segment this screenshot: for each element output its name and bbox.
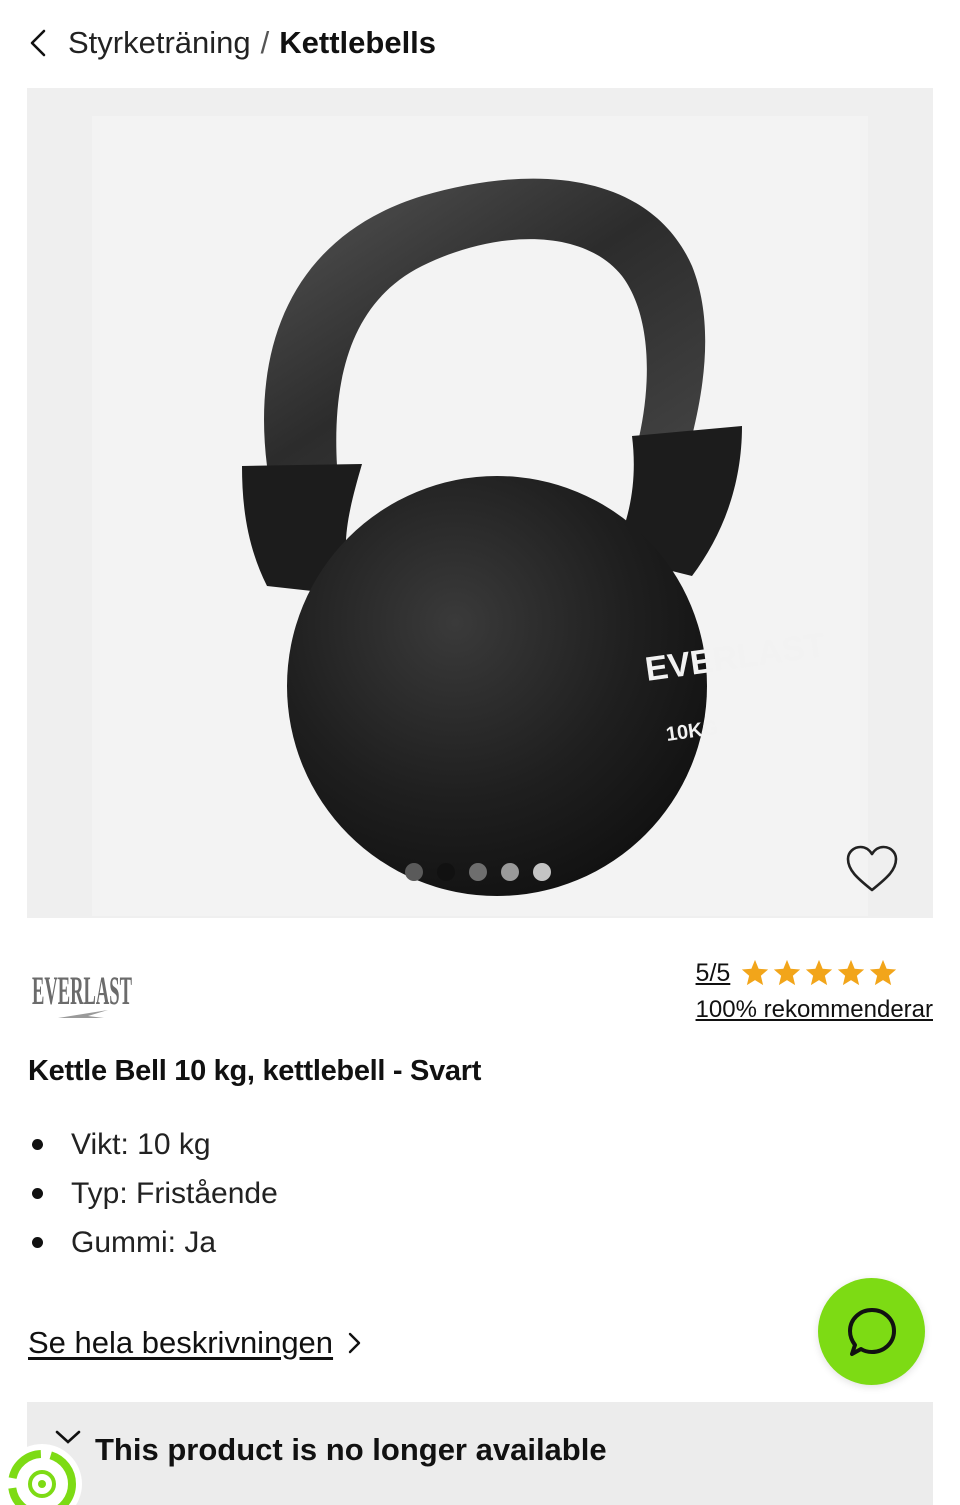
chevron-left-icon[interactable] <box>28 23 58 63</box>
brand-logo[interactable]: EVERLAST <box>30 958 135 1028</box>
product-gallery[interactable]: EVERLAST 10KG <box>27 88 933 918</box>
gallery-dot[interactable] <box>501 863 519 881</box>
gallery-dot[interactable] <box>533 863 551 881</box>
rating-stars <box>740 958 898 988</box>
eco-badge-icon[interactable] <box>0 1432 96 1505</box>
unavailable-banner: This product is no longer available <box>27 1402 933 1505</box>
star-icon <box>838 959 865 986</box>
product-specs: Vikt: 10 kg Typ: Fristående Gummi: Ja <box>28 1120 278 1267</box>
product-title: Kettle Bell 10 kg, kettlebell - Svart <box>28 1055 482 1087</box>
bullet <box>32 1139 43 1150</box>
breadcrumb-separator: / <box>260 25 270 60</box>
bullet <box>32 1237 43 1248</box>
spec-text: Gummi: Ja <box>71 1225 217 1259</box>
star-icon <box>806 959 833 986</box>
spec-item: Gummi: Ja <box>28 1218 278 1267</box>
rating-summary[interactable]: 5/5 100% rekommenderar <box>696 958 933 1024</box>
breadcrumb: Styrketräning / Kettlebells <box>28 18 436 68</box>
spec-item: Vikt: 10 kg <box>28 1120 278 1169</box>
brand-logo-text: EVERLAST <box>32 968 132 1013</box>
chevron-right-icon <box>343 1329 365 1357</box>
gallery-dot-active[interactable] <box>437 863 455 881</box>
heart-icon[interactable] <box>845 844 899 894</box>
breadcrumb-current: Kettlebells <box>279 25 437 60</box>
recommend-link[interactable]: 100% rekommenderar <box>696 996 933 1024</box>
spec-item: Typ: Fristående <box>28 1169 278 1218</box>
bullet <box>32 1188 43 1199</box>
chat-icon <box>847 1307 896 1356</box>
unavailable-message: This product is no longer available <box>95 1432 607 1467</box>
rating-score[interactable]: 5/5 <box>696 959 731 988</box>
full-description-link[interactable]: Se hela beskrivningen <box>28 1325 365 1361</box>
star-icon <box>742 959 769 986</box>
chat-button[interactable] <box>818 1278 925 1385</box>
gallery-dot[interactable] <box>469 863 487 881</box>
spec-text: Vikt: 10 kg <box>71 1127 211 1161</box>
gallery-dot[interactable] <box>405 863 423 881</box>
star-icon <box>870 959 897 986</box>
product-image: EVERLAST 10KG <box>92 116 868 916</box>
spec-text: Typ: Fristående <box>71 1176 278 1210</box>
gallery-pagination <box>405 863 551 881</box>
breadcrumb-parent-link[interactable]: Styrketräning <box>68 25 251 61</box>
full-description-label[interactable]: Se hela beskrivningen <box>28 1325 333 1361</box>
star-icon <box>774 959 801 986</box>
